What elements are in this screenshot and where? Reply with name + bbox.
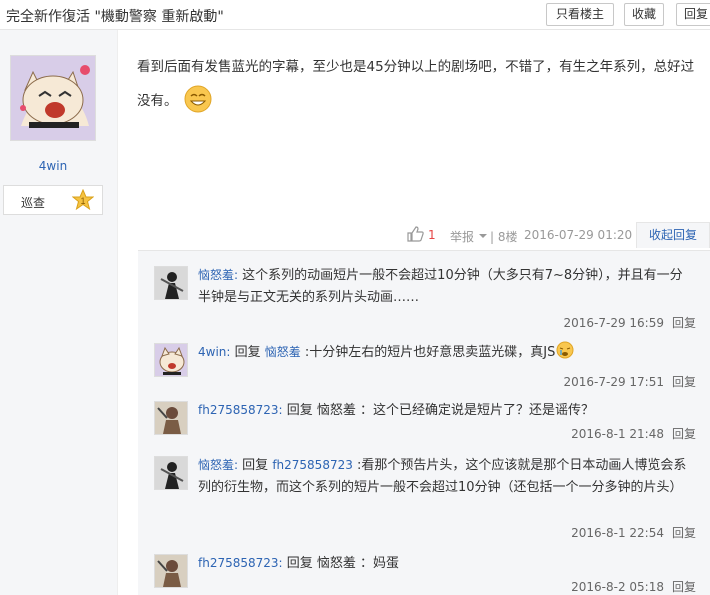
reply-text: 回复 恼怒羞 ：这个已经确定说是短片了？还是谣传？	[282, 403, 594, 418]
reply-target-user[interactable]: 恼怒羞	[265, 345, 301, 359]
reply-footer: 2016-8-2 05:18 回复	[571, 578, 696, 595]
reply-time: 2016-8-2 05:18	[571, 580, 664, 594]
ninja-avatar-icon	[155, 457, 187, 489]
reply-link[interactable]: 回复	[672, 580, 696, 594]
author-name[interactable]: 4win	[0, 159, 106, 173]
thread-header: 完全新作復活 "機動警察 重新啟動" 只看楼主 收藏 回复	[0, 0, 710, 30]
level-name: 巡查	[21, 196, 46, 210]
post-meta: 1 举报 | 8楼 2016-07-29 01:20 收起回复	[400, 222, 710, 248]
reply-time: 2016-7-29 17:51	[563, 375, 664, 389]
warrior-avatar-icon	[155, 402, 187, 434]
reply-time: 2016-8-1 21:48	[571, 427, 664, 441]
like-count: 1	[428, 228, 436, 242]
reply-content: fh275858723: 回复 恼怒羞 ：这个已经确定说是短片了？还是谣传？	[198, 399, 690, 422]
reply-text: 回复 恼怒羞 ：妈蛋	[282, 556, 399, 571]
reply-username[interactable]: 4win:	[198, 345, 230, 359]
reply-avatar[interactable]	[154, 401, 188, 435]
reply-avatar[interactable]	[154, 343, 188, 377]
thread-title: 完全新作復活 "機動警察 重新啟動"	[6, 9, 224, 25]
collapse-replies-button[interactable]: 收起回复	[636, 222, 710, 248]
post-time: 2016-07-29 01:20	[524, 228, 633, 242]
chevron-down-icon[interactable]	[479, 234, 487, 238]
reply-content: 4win: 回复 恼怒羞 :十分钟左右的短片也好意思卖蓝光碟，真JS	[198, 341, 690, 364]
reply-footer: 2016-7-29 17:51 回复	[563, 373, 696, 390]
reply-link[interactable]: 回复	[672, 526, 696, 540]
post-text: 看到后面有发售蓝光的字幕，至少也是45分钟以上的剧场吧，不错了，有生之年系列，总…	[137, 59, 695, 109]
reply-link[interactable]: 回复	[672, 316, 696, 330]
reply-content: 恼怒羞: 这个系列的动画短片一般不会超过10分钟（大多只有7~8分钟），并且有一…	[198, 264, 690, 309]
reply-content: 恼怒羞: 回复 fh275858723 :看那个预告片头，这个应该就是那个日本动…	[198, 454, 690, 499]
star-icon: 1	[72, 189, 94, 211]
reply-link[interactable]: 回复	[672, 427, 696, 441]
cat-avatar-icon	[11, 56, 95, 140]
reply-avatar[interactable]	[154, 456, 188, 490]
author-sidebar: 4win 巡查 1	[0, 30, 118, 595]
reply-button[interactable]: 回复	[676, 3, 710, 26]
post-content: 看到后面有发售蓝光的字幕，至少也是45分钟以上的剧场吧，不错了，有生之年系列，总…	[137, 50, 701, 118]
reply-avatar[interactable]	[154, 266, 188, 300]
level-badge: 巡查 1	[3, 185, 103, 215]
reply-time: 2016-8-1 22:54	[571, 526, 664, 540]
reply-footer: 2016-8-1 21:48 回复	[571, 425, 696, 442]
reply-text: :十分钟左右的短片也好意思卖蓝光碟，真JS	[300, 345, 556, 360]
floor-number: | 8楼	[490, 230, 518, 244]
thumbs-up-icon[interactable]	[406, 225, 424, 243]
reply-panel: 恼怒羞: 这个系列的动画短片一般不会超过10分钟（大多只有7~8分钟），并且有一…	[138, 250, 710, 595]
reply-content: fh275858723: 回复 恼怒羞 ：妈蛋	[198, 552, 690, 575]
favorite-button[interactable]: 收藏	[624, 3, 664, 26]
reply-username[interactable]: 恼怒羞:	[198, 268, 238, 282]
reply-link[interactable]: 回复	[672, 375, 696, 389]
reply-text: 这个系列的动画短片一般不会超过10分钟（大多只有7~8分钟），并且有一分半钟是与…	[198, 268, 683, 305]
ninja-avatar-icon	[155, 267, 187, 299]
reply-footer: 2016-7-29 16:59 回复	[563, 314, 696, 331]
reply-avatar[interactable]	[154, 554, 188, 588]
only-author-button[interactable]: 只看楼主	[546, 3, 614, 26]
reply-username[interactable]: fh275858723:	[198, 556, 283, 570]
reply-footer: 2016-8-1 22:54 回复	[571, 524, 696, 541]
level-number: 1	[80, 196, 85, 206]
cat-avatar-icon	[155, 344, 187, 376]
report-link[interactable]: 举报	[450, 228, 474, 245]
warrior-avatar-icon	[155, 555, 187, 587]
reply-time: 2016-7-29 16:59	[563, 316, 664, 330]
grin-emoji-icon	[184, 85, 211, 113]
crying-emoji-icon	[556, 341, 574, 359]
reply-username[interactable]: fh275858723:	[198, 403, 283, 417]
reply-username[interactable]: 恼怒羞:	[198, 458, 238, 472]
reply-prefix: 回复	[230, 345, 265, 360]
author-avatar[interactable]	[10, 55, 96, 141]
reply-target-user[interactable]: fh275858723	[272, 458, 353, 472]
reply-prefix: 回复	[238, 458, 273, 473]
